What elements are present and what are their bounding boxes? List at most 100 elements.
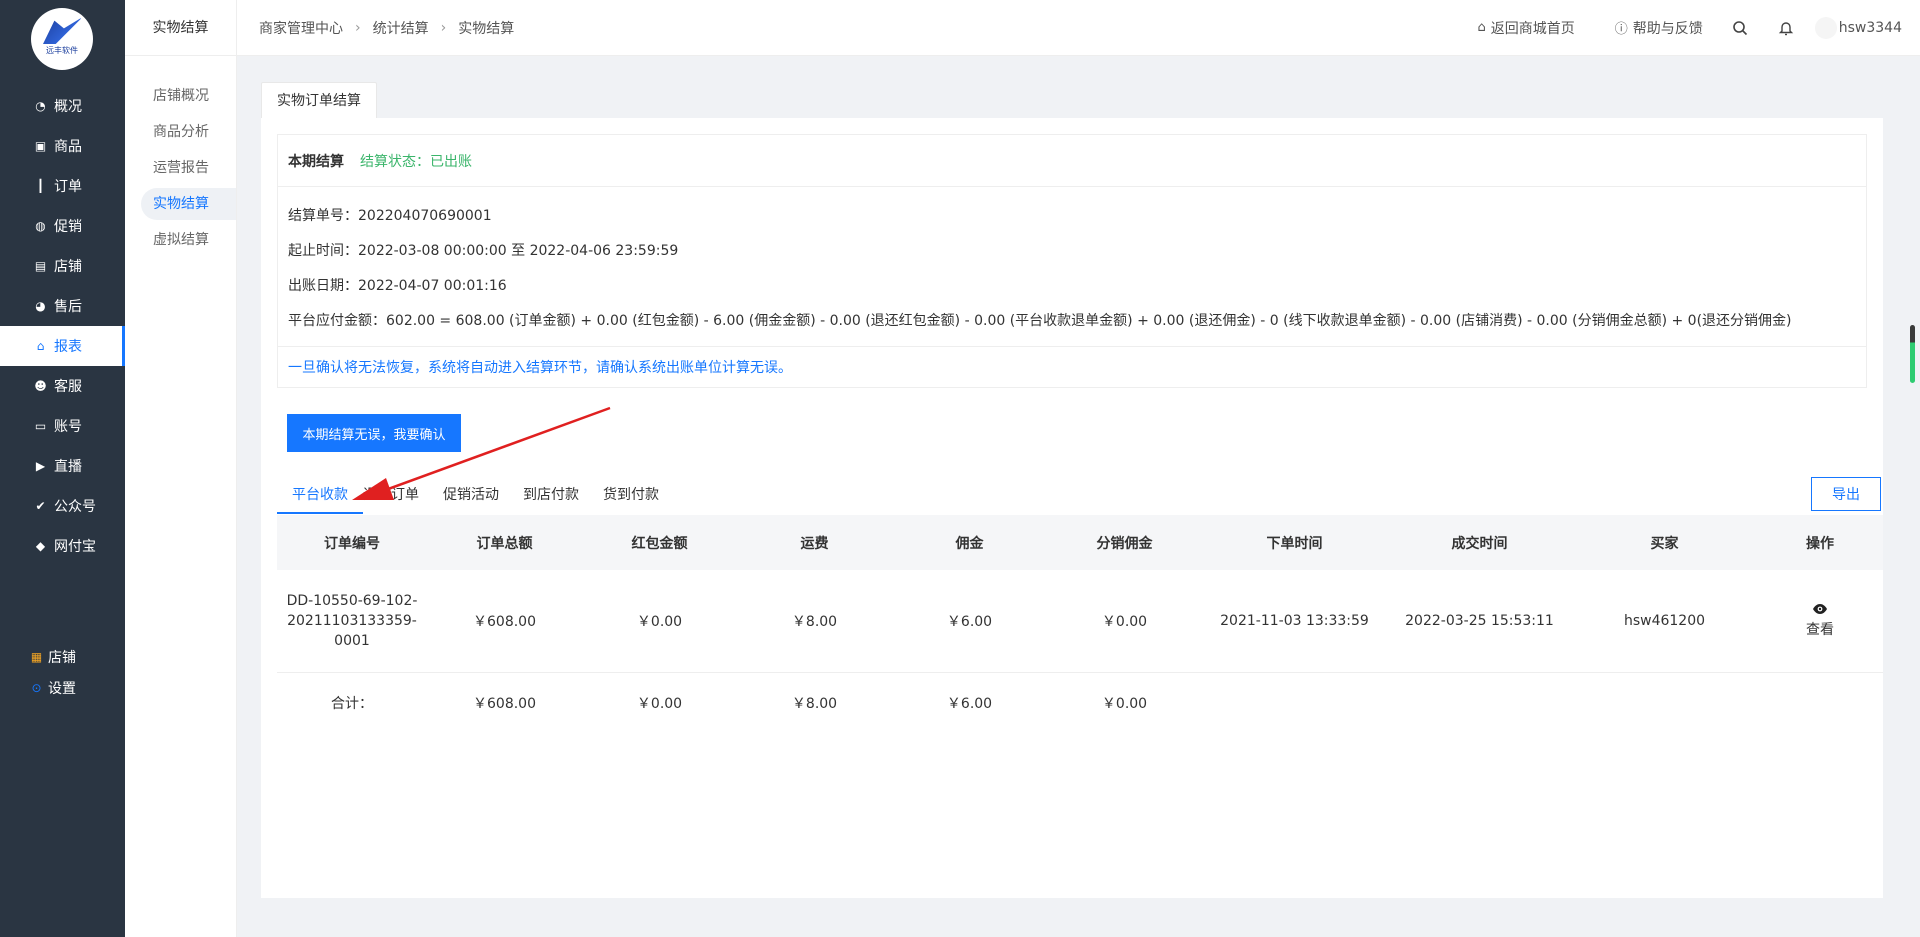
scroll-indicator[interactable]	[1910, 325, 1915, 383]
empty-cell	[1757, 672, 1883, 734]
col-order-total: 订单总额	[427, 515, 582, 570]
total-redpack: ￥0.00	[636, 696, 683, 713]
card-icon: ▭	[34, 419, 47, 433]
main-sidebar: 远丰软件 ◔ 概况 ▣ 商品 ┃ 订单 ◍ 促销 ▤ 店铺 ◕ 售后 ⌂ 报表 ☻ 客服 ▭ 账号…	[0, 0, 125, 937]
total-order-total: ￥608.00	[473, 696, 536, 713]
empty-cell	[1572, 672, 1757, 734]
buyer-name: hsw461200	[1572, 570, 1757, 673]
sub-item-ops-report[interactable]: 运营报告	[141, 152, 236, 184]
view-link[interactable]: 查看	[1806, 622, 1834, 638]
sub-item-physical-settlement[interactable]: 实物结算	[141, 188, 236, 220]
col-order-time: 下单时间	[1202, 515, 1387, 570]
top-header: 商家管理中心 › 统计结算 › 实物结算 ⌂ 返回商城首页 ⓘ 帮助与反馈 hsw3…	[237, 0, 1920, 56]
order-number: DD-10550-69-102-20211103133359-0001	[277, 570, 427, 673]
search-icon[interactable]	[1731, 19, 1749, 37]
aftersale-icon: ◕	[35, 299, 46, 313]
promo-icon: ◍	[35, 219, 46, 233]
freight-amount: ￥8.00	[737, 570, 892, 673]
menu-item-live[interactable]: ▶ 直播	[0, 446, 125, 486]
avatar[interactable]	[1814, 16, 1837, 39]
menu-item-store[interactable]: ▤ 店铺	[0, 246, 125, 286]
empty-cell	[1387, 672, 1572, 734]
status-badge: 结算状态：已出账	[360, 153, 472, 170]
menu-item-aftersale[interactable]: ◕ 售后	[0, 286, 125, 326]
chevron-right-icon: ›	[440, 19, 447, 36]
logo-wing-shape	[43, 18, 81, 44]
menu-label: 报表	[54, 339, 82, 355]
sub-item-virtual-settlement[interactable]: 虚拟结算	[141, 224, 236, 256]
question-icon: ⓘ	[1614, 22, 1628, 37]
payable-formula: 平台应付金额：602.00 = 608.00 (订单金额) + 0.00 (红包…	[288, 313, 1792, 329]
tab-cash-on-delivery[interactable]: 货到付款	[591, 478, 671, 514]
sub-item-goods-analysis[interactable]: 商品分析	[141, 116, 236, 148]
menu-label: 售后	[54, 299, 82, 315]
total-freight: ￥8.00	[791, 696, 838, 713]
col-deal-time: 成交时间	[1387, 515, 1572, 570]
info-body: 结算单号：202204070690001 起止时间：2022-03-08 00:…	[278, 187, 1866, 339]
sub-item-store-overview[interactable]: 店铺概况	[141, 80, 236, 112]
bottom-link-settings[interactable]: ⊙ 设置	[0, 672, 125, 703]
menu-label: 概况	[54, 99, 82, 115]
view-action[interactable]: 查看	[1757, 570, 1883, 673]
tab-pay-in-store[interactable]: 到店付款	[511, 478, 591, 514]
info-title: 本期结算	[288, 153, 344, 170]
dist-commission-amount: ￥0.00	[1047, 570, 1202, 673]
table-total-row: 合计： ￥608.00 ￥0.00 ￥8.00 ￥6.00 ￥0.00	[277, 672, 1883, 734]
store-icon: ▤	[34, 259, 47, 273]
bar-chart-icon: ┃	[36, 179, 45, 193]
menu-item-orders[interactable]: ┃ 订单	[0, 166, 125, 206]
menu-item-wechat[interactable]: ✔ 公众号	[0, 486, 125, 526]
deal-time: 2022-03-25 15:53:11	[1387, 570, 1572, 673]
info-header: 本期结算 结算状态：已出账	[278, 135, 1866, 187]
settings-icon: ⊙	[31, 680, 42, 695]
tab-platform-receipt[interactable]: 平台收款	[277, 478, 363, 514]
table-header-row: 订单编号 订单总额 红包金额 运费 佣金 分销佣金 下单时间 成交时间 买家 操…	[277, 515, 1883, 570]
home-link[interactable]: ⌂ 返回商城首页	[1477, 18, 1574, 38]
export-button[interactable]: 导出	[1811, 477, 1881, 511]
total-commission: ￥6.00	[946, 696, 993, 713]
col-commission: 佣金	[892, 515, 1047, 570]
tab-refund-orders[interactable]: 退款订单	[363, 478, 431, 514]
menu-item-account[interactable]: ▭ 账号	[0, 406, 125, 446]
menu-item-goods[interactable]: ▣ 商品	[0, 126, 125, 166]
chevron-right-icon: ›	[355, 19, 361, 36]
bell-icon[interactable]	[1777, 19, 1795, 37]
username[interactable]: hsw3344	[1839, 20, 1902, 36]
wechat-icon: ✔	[35, 499, 46, 513]
confirm-settlement-button[interactable]: 本期结算无误，我要确认	[287, 414, 461, 452]
company-logo[interactable]: 远丰软件	[31, 8, 93, 70]
breadcrumb-item[interactable]: 统计结算	[373, 18, 429, 38]
menu-item-wangfubao[interactable]: ◆ 网付宝	[0, 526, 125, 566]
col-action: 操作	[1757, 515, 1883, 570]
eye-icon	[1757, 603, 1883, 619]
settlement-type-tabs: 平台收款 退款订单 促销活动 到店付款 货到付款	[277, 478, 671, 514]
bottom-link-store[interactable]: ▦ 店铺	[0, 641, 125, 672]
breadcrumb-item[interactable]: 商家管理中心	[259, 18, 343, 38]
menu-item-service[interactable]: ☻ 客服	[0, 366, 125, 406]
confirm-notice: 一旦确认将无法恢复，系统将自动进入结算环节，请确认系统出账单位计算无误。	[278, 346, 1866, 388]
menu-item-report[interactable]: ⌂ 报表	[0, 326, 125, 366]
tab-physical-order-settlement[interactable]: 实物订单结算	[261, 82, 377, 119]
commission-amount: ￥6.00	[892, 570, 1047, 673]
settlement-table: 订单编号 订单总额 红包金额 运费 佣金 分销佣金 下单时间 成交时间 买家 操…	[277, 515, 1883, 734]
menu-label: 公众号	[54, 499, 96, 515]
help-link[interactable]: ⓘ 帮助与反馈	[1615, 18, 1703, 38]
menu-label: 账号	[54, 419, 82, 435]
menu-label: 客服	[54, 379, 82, 395]
menu-label: 网付宝	[54, 539, 96, 555]
grid-icon: ▦	[30, 649, 43, 664]
menu-item-overview[interactable]: ◔ 概况	[0, 86, 125, 126]
settlement-card: 本期结算 结算状态：已出账 结算单号：202204070690001 起止时间：…	[261, 118, 1883, 898]
dashboard-icon: ◔	[35, 99, 46, 113]
page-tabbar: 实物订单结算	[261, 82, 1883, 119]
bottom-link-label: 店铺	[48, 649, 76, 666]
col-redpack: 红包金额	[582, 515, 737, 570]
breadcrumb-item: 实物结算	[458, 20, 515, 37]
home-icon: ⌂	[1477, 20, 1486, 35]
live-icon: ▶	[35, 459, 46, 473]
tab-promotions[interactable]: 促销活动	[431, 478, 511, 514]
menu-item-promo[interactable]: ◍ 促销	[0, 206, 125, 246]
report-icon: ⌂	[36, 339, 45, 353]
header-actions: ⌂ 返回商城首页 ⓘ 帮助与反馈 hsw3344	[1437, 16, 1902, 39]
menu-label: 商品	[54, 139, 82, 155]
